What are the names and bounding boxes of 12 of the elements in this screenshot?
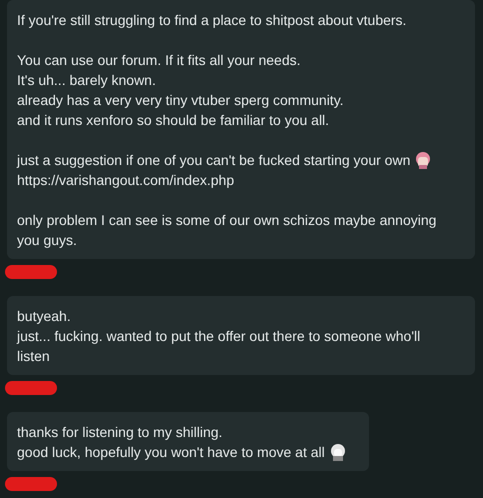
message-text: If you're still struggling to find a place to shitpost about vtubers. [17, 11, 406, 30]
message-text: just... fucking. wanted to put the offer out there to someone who'll listen [17, 327, 422, 366]
message-text: just a suggestion if one of you can't be fucked starting your own [17, 151, 410, 170]
message-text: good luck, hopefully you won't have to move at all [17, 443, 325, 462]
message-text: https://varishangout.com/index.php [17, 171, 234, 190]
message-text: only problem I can see is some of our own schizos maybe annoying you guys. [17, 211, 438, 250]
message-text: thanks for listening to my shilling. [17, 423, 222, 442]
message-text: butyeah. [17, 307, 71, 326]
message-text: already has a very very tiny vtuber sperg community. [17, 91, 344, 110]
message-text: and it runs xenforo so should be familiar to you all. [17, 111, 330, 130]
message-text: It's uh... barely known. [17, 71, 156, 90]
message-text: You can use our forum. If it fits all your needs. [17, 51, 301, 70]
